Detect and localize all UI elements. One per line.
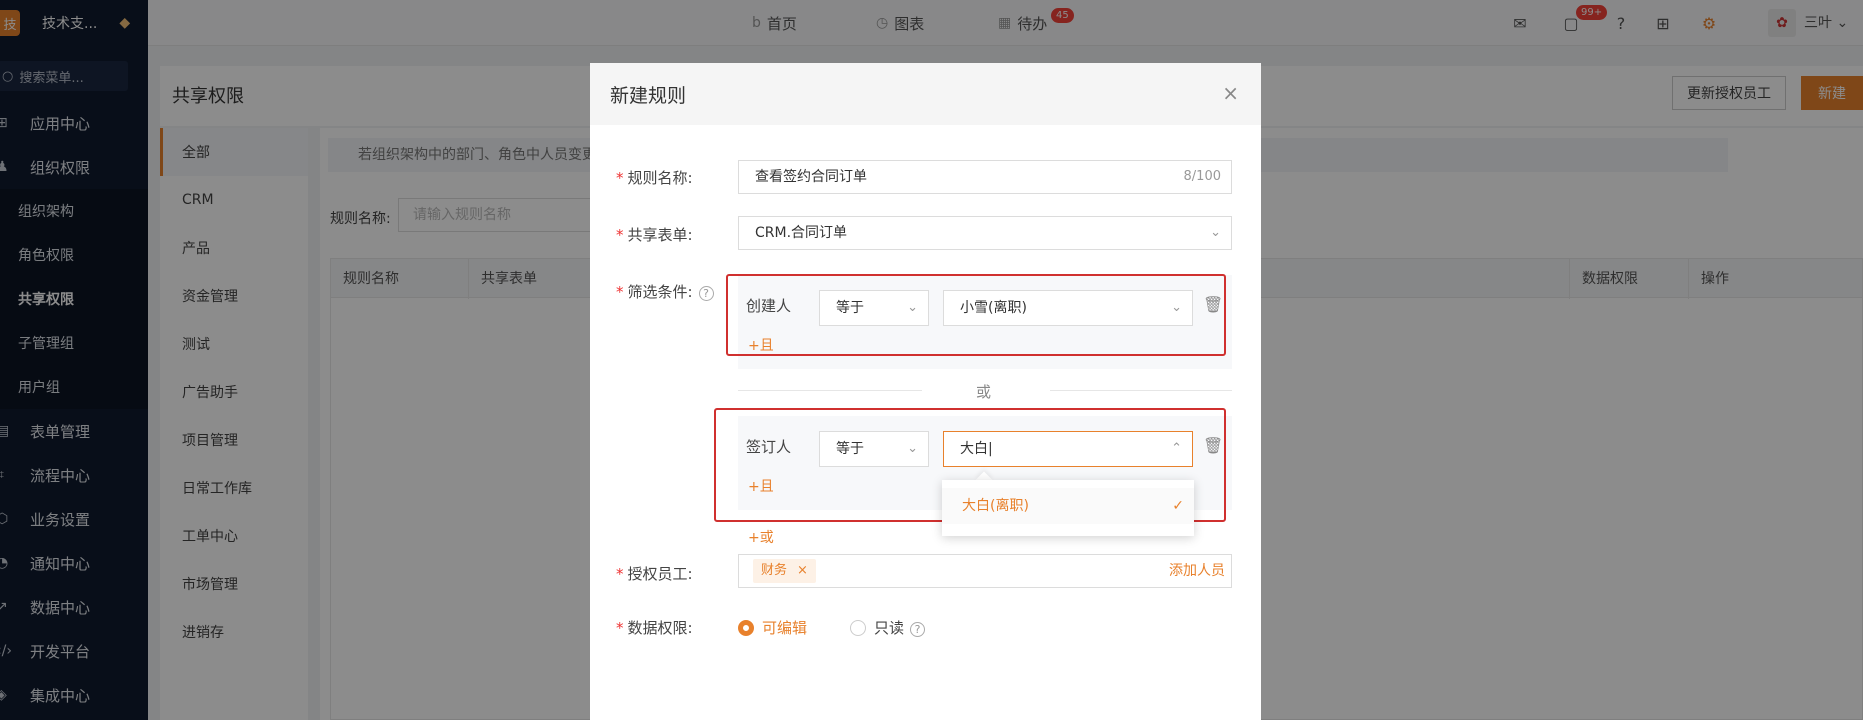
or-divider-text: 或: [976, 383, 992, 401]
permission-label: * 数据权限:: [616, 619, 693, 637]
filter-condition-label: * 筛选条件:?: [616, 281, 714, 302]
char-count: 8/100: [1183, 169, 1221, 184]
radio-editable-label[interactable]: 可编辑: [762, 617, 807, 638]
help-icon[interactable]: ?: [910, 622, 926, 637]
staff-tag[interactable]: 财务 ×: [753, 559, 816, 583]
rule-name-input[interactable]: 查看签约合同订单 8/100: [738, 160, 1232, 194]
staff-label: * 授权员工:: [616, 565, 693, 583]
radio-readonly-label[interactable]: 只读?: [874, 617, 926, 638]
staff-select[interactable]: 财务 × 添加人员: [738, 554, 1232, 588]
modal-title: 新建规则: [610, 85, 687, 107]
add-person-button[interactable]: 添加人员: [1169, 555, 1225, 587]
new-rule-modal: 新建规则 × * 规则名称: 查看签约合同订单 8/100 * 共享表单: CRM.…: [590, 63, 1261, 720]
highlight-frame-1: [726, 274, 1226, 356]
or-divider-right: [1050, 390, 1232, 391]
share-form-label: * 共享表单:: [616, 226, 693, 244]
close-icon[interactable]: ×: [797, 563, 808, 578]
value-dropdown: 大白(离职) ✓: [942, 480, 1194, 536]
share-form-select[interactable]: CRM.合同订单 ⌄: [738, 216, 1232, 250]
modal-header: 新建规则 ×: [590, 63, 1261, 125]
chevron-down-icon: ⌄: [1210, 225, 1221, 240]
rule-name-label: * 规则名称:: [616, 169, 693, 187]
radio-editable[interactable]: [738, 620, 754, 636]
radio-readonly[interactable]: [850, 620, 866, 636]
or-divider-left: [738, 390, 922, 391]
check-icon: ✓: [1172, 498, 1184, 514]
help-icon[interactable]: ?: [698, 286, 714, 301]
close-icon[interactable]: ×: [1222, 81, 1239, 105]
dropdown-option[interactable]: 大白(离职) ✓: [942, 488, 1194, 524]
add-or-button[interactable]: +或: [748, 527, 774, 547]
